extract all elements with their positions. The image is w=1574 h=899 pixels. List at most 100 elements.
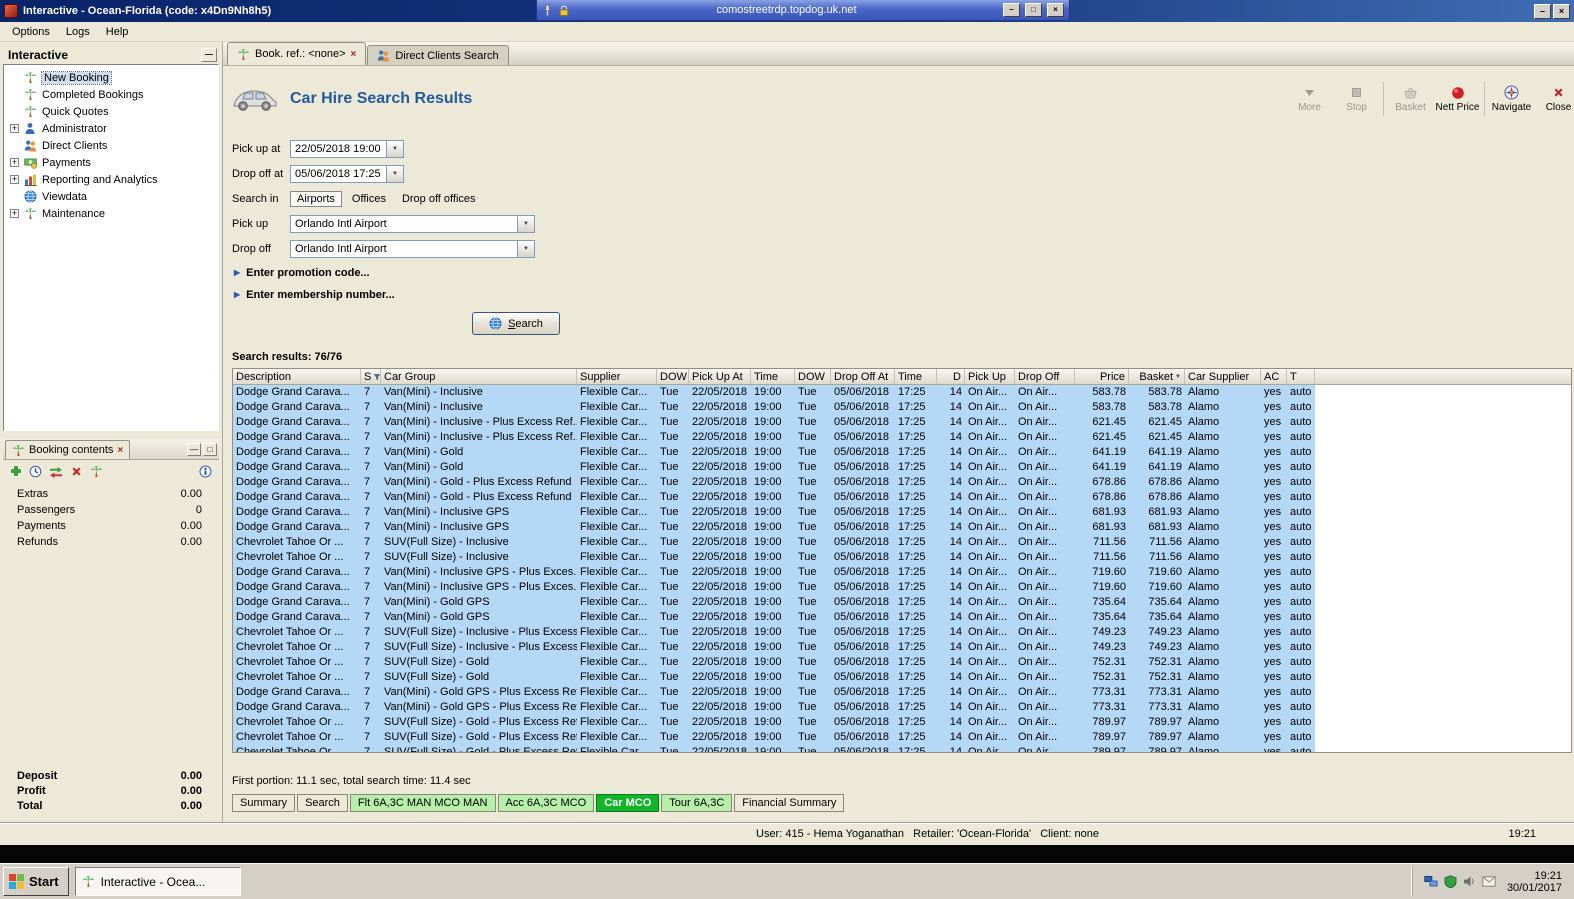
sidebar-item-reporting-and-analytics[interactable]: + Reporting and Analytics	[4, 171, 218, 188]
palm-tree-icon[interactable]	[90, 465, 103, 478]
result-row[interactable]: Chevrolet Tahoe Or ... 7 SUV(Full Size) - …	[233, 550, 1315, 565]
search-in-tab-offices[interactable]: Offices	[346, 192, 392, 206]
pickup-at-combo[interactable]: 22/05/2018 19:00 ▼	[290, 140, 404, 158]
rdp-restore-button[interactable]: □	[1025, 3, 1042, 17]
pin-icon[interactable]	[542, 4, 553, 17]
toolbar-close-button[interactable]: Close	[1535, 82, 1574, 116]
column-header-car-supplier-15[interactable]: Car Supplier	[1185, 369, 1261, 384]
result-row[interactable]: Dodge Grand Carava... 7 Van(Mini) - Inclus…	[233, 385, 1315, 400]
result-row[interactable]: Chevrolet Tahoe Or ... 7 SUV(Full Size) - …	[233, 715, 1315, 730]
result-row[interactable]: Chevrolet Tahoe Or ... 7 SUV(Full Size) - …	[233, 745, 1315, 752]
sidebar-item-viewdata[interactable]: Viewdata	[4, 188, 218, 205]
rdp-minimize-button[interactable]: –	[1003, 3, 1020, 17]
panel-collapse-button[interactable]: —	[201, 48, 217, 62]
panel-minimize-button[interactable]: —	[187, 443, 201, 456]
membership-number-expander[interactable]: ▶ Enter membership number...	[234, 287, 1574, 302]
toolbar-basket-button[interactable]: Basket	[1387, 82, 1434, 116]
window-minimize-button[interactable]: –	[1534, 3, 1551, 19]
result-row[interactable]: Dodge Grand Carava... 7 Van(Mini) - Inclus…	[233, 565, 1315, 580]
result-row[interactable]: Chevrolet Tahoe Or ... 7 SUV(Full Size) - …	[233, 670, 1315, 685]
sidebar-item-quick-quotes[interactable]: Quick Quotes	[4, 103, 218, 120]
result-row[interactable]: Chevrolet Tahoe Or ... 7 SUV(Full Size) - …	[233, 655, 1315, 670]
sidebar-item-direct-clients[interactable]: Direct Clients	[4, 137, 218, 154]
tray-network-icon[interactable]	[1424, 875, 1438, 888]
booking-contents-tab[interactable]: Booking contents ×	[5, 440, 131, 459]
window-close-button[interactable]: ×	[1553, 3, 1570, 19]
sidebar-item-maintenance[interactable]: + Maintenance	[4, 205, 218, 222]
search-button[interactable]: Search	[472, 312, 560, 335]
toolbar-nett-price-button[interactable]: Nett Price	[1434, 82, 1481, 116]
column-header-price-13[interactable]: Price	[1075, 369, 1129, 384]
toolbar-stop-button[interactable]: Stop	[1333, 82, 1380, 116]
column-header-time-9[interactable]: Time	[895, 369, 937, 384]
dropoff-at-combo[interactable]: 05/06/2018 17:25 ▼	[290, 165, 404, 183]
toolbar-more-button[interactable]: More	[1286, 82, 1333, 116]
bottom-tab-car-mco[interactable]: Car MCO	[596, 794, 660, 812]
column-header-ac-16[interactable]: AC	[1261, 369, 1287, 384]
column-header-supplier-3[interactable]: Supplier	[577, 369, 657, 384]
delete-icon[interactable]	[70, 465, 83, 478]
sidebar-item-administrator[interactable]: + Administrator	[4, 120, 218, 137]
result-row[interactable]: Dodge Grand Carava... 7 Van(Mini) - Gold G…	[233, 610, 1315, 625]
info-icon[interactable]	[199, 465, 212, 478]
expand-plus-icon[interactable]: +	[10, 124, 19, 133]
chevron-down-icon[interactable]: ▼	[517, 216, 534, 232]
panel-maximize-button[interactable]: □	[203, 443, 217, 456]
result-row[interactable]: Dodge Grand Carava... 7 Van(Mini) - Gold Fl…	[233, 445, 1315, 460]
result-row[interactable]: Dodge Grand Carava... 7 Van(Mini) - Gold G…	[233, 700, 1315, 715]
tray-mail-icon[interactable]	[1482, 876, 1496, 887]
result-row[interactable]: Chevrolet Tahoe Or ... 7 SUV(Full Size) - …	[233, 535, 1315, 550]
search-in-tab-airports[interactable]: Airports	[290, 191, 342, 207]
column-header-t-17[interactable]: T	[1287, 369, 1315, 384]
column-header-dow-4[interactable]: DOW	[657, 369, 689, 384]
menu-item-options[interactable]: Options	[4, 24, 58, 40]
column-header-s-1[interactable]: S	[361, 369, 381, 384]
column-header-drop-off-12[interactable]: Drop Off	[1015, 369, 1075, 384]
transfer-icon[interactable]	[49, 465, 63, 478]
expand-plus-icon[interactable]: +	[10, 175, 19, 184]
column-header-drop-off-at-8[interactable]: Drop Off At	[831, 369, 895, 384]
sidebar-item-new-booking[interactable]: New Booking	[4, 69, 218, 86]
close-panel-icon[interactable]: ×	[117, 445, 123, 456]
result-row[interactable]: Chevrolet Tahoe Or ... 7 SUV(Full Size) - …	[233, 640, 1315, 655]
column-header-description-0[interactable]: Description	[233, 369, 361, 384]
result-row[interactable]: Dodge Grand Carava... 7 Van(Mini) - Inclus…	[233, 580, 1315, 595]
chevron-down-icon[interactable]: ▼	[386, 141, 403, 157]
result-row[interactable]: Chevrolet Tahoe Or ... 7 SUV(Full Size) - …	[233, 730, 1315, 745]
result-row[interactable]: Dodge Grand Carava... 7 Van(Mini) - Gold G…	[233, 685, 1315, 700]
add-icon[interactable]	[10, 465, 22, 477]
chevron-down-icon[interactable]: ▼	[517, 241, 534, 257]
result-row[interactable]: Dodge Grand Carava... 7 Van(Mini) - Inclus…	[233, 505, 1315, 520]
result-row[interactable]: Dodge Grand Carava... 7 Van(Mini) - Inclus…	[233, 400, 1315, 415]
bottom-tab-flt-6a-3c-man-mco-man[interactable]: Flt 6A,3C MAN MCO MAN	[349, 794, 496, 812]
result-row[interactable]: Dodge Grand Carava... 7 Van(Mini) - Inclus…	[233, 430, 1315, 445]
tray-shield-icon[interactable]	[1444, 875, 1457, 888]
history-icon[interactable]	[29, 465, 42, 478]
result-row[interactable]: Dodge Grand Carava... 7 Van(Mini) - Gold G…	[233, 595, 1315, 610]
search-in-tab-drop-off-offices[interactable]: Drop off offices	[396, 192, 482, 206]
pickup-combo[interactable]: Orlando Intl Airport ▼	[290, 215, 535, 233]
column-header-pick-up-11[interactable]: Pick Up	[965, 369, 1015, 384]
expand-plus-icon[interactable]: +	[10, 158, 19, 167]
menu-item-logs[interactable]: Logs	[58, 24, 98, 40]
bottom-tab-financial-summary[interactable]: Financial Summary	[734, 794, 845, 812]
promotion-code-expander[interactable]: ▶ Enter promotion code...	[234, 265, 1574, 280]
bottom-tab-summary[interactable]: Summary	[232, 794, 296, 812]
result-row[interactable]: Dodge Grand Carava... 7 Van(Mini) - Inclus…	[233, 520, 1315, 535]
column-header-car-group-2[interactable]: Car Group	[381, 369, 577, 384]
tab-direct-clients-search[interactable]: Direct Clients Search	[367, 45, 509, 65]
result-row[interactable]: Dodge Grand Carava... 7 Van(Mini) - Gold Fl…	[233, 460, 1315, 475]
bottom-tab-acc-6a-3c-mco[interactable]: Acc 6A,3C MCO	[497, 794, 595, 812]
column-header-basket-14[interactable]: Basket ▼	[1129, 369, 1185, 384]
column-header-pick-up-at-5[interactable]: Pick Up At	[689, 369, 751, 384]
taskbar-task-interactive[interactable]: Interactive - Ocea...	[74, 867, 241, 896]
toolbar-navigate-button[interactable]: Navigate	[1488, 82, 1535, 116]
column-header-dow-7[interactable]: DOW	[795, 369, 831, 384]
chevron-down-icon[interactable]: ▼	[386, 166, 403, 182]
result-row[interactable]: Chevrolet Tahoe Or ... 7 SUV(Full Size) - …	[233, 625, 1315, 640]
menu-item-help[interactable]: Help	[98, 24, 137, 40]
column-header-time-6[interactable]: Time	[751, 369, 795, 384]
expand-plus-icon[interactable]: +	[10, 209, 19, 218]
rdp-close-button[interactable]: ×	[1047, 3, 1064, 17]
tab-close-icon[interactable]: ×	[351, 49, 357, 60]
